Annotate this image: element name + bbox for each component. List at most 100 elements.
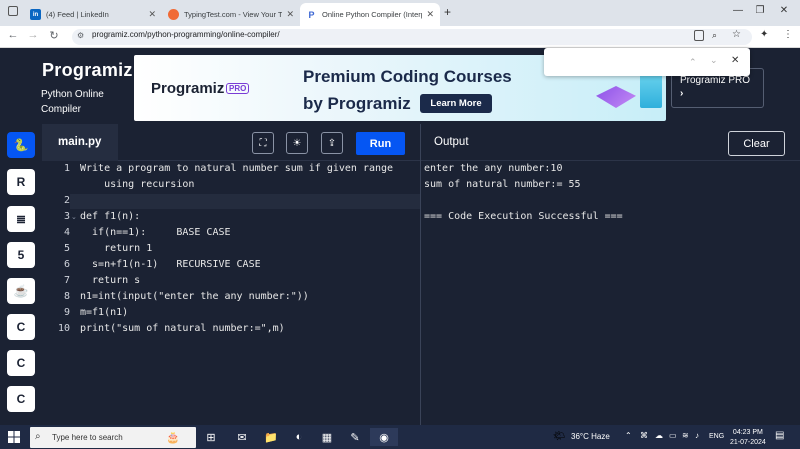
browser-tab-programiz[interactable]: P Online Python Compiler (Interp ✕ xyxy=(300,3,440,26)
code-line[interactable]: Write a program to natural number sum if… xyxy=(80,163,393,174)
r-language-icon[interactable]: R xyxy=(7,169,35,195)
share-icon[interactable]: ⇪ xyxy=(321,132,343,154)
line-number: 6 xyxy=(63,259,70,270)
python-icon[interactable]: 🐍 xyxy=(7,132,35,158)
bookmark-star-icon[interactable]: ☆ xyxy=(732,29,741,40)
browser-tab-linkedin[interactable]: in (4) Feed | LinkedIn ✕ xyxy=(24,3,162,26)
code-line[interactable]: print("sum of natural number:=",m) xyxy=(80,323,285,334)
output-line: enter the any number:10 xyxy=(424,163,563,174)
code-line[interactable]: m=f1(n1) xyxy=(80,307,128,318)
tab-overview-icon[interactable] xyxy=(8,6,18,16)
find-previous-icon[interactable]: ⌃ xyxy=(689,57,697,68)
chevron-right-icon: › xyxy=(680,88,684,99)
chrome-browser-icon[interactable]: ◉ xyxy=(370,428,398,446)
typingtest-icon xyxy=(168,9,179,20)
tray-volume-icon[interactable]: ♪ xyxy=(695,431,699,440)
line-number: 4 xyxy=(63,227,70,238)
ad-logo: Programiz xyxy=(151,80,225,97)
output-label: Output xyxy=(434,136,469,148)
file-explorer-icon[interactable]: 📁 xyxy=(262,428,280,446)
line-number: 9 xyxy=(63,307,70,318)
line-number: 7 xyxy=(63,275,70,286)
code-line[interactable]: using recursion xyxy=(80,179,194,190)
code-line[interactable]: def f1(n): xyxy=(80,211,140,222)
zoom-icon[interactable]: ⌕ xyxy=(712,30,717,41)
output-line: === Code Execution Successful === xyxy=(424,211,623,222)
restore-icon[interactable]: ❐ xyxy=(752,5,768,16)
line-number: 8 xyxy=(63,291,70,302)
site-info-icon[interactable]: ⚙ xyxy=(77,31,84,40)
file-name: main.py xyxy=(58,136,102,148)
weather-text[interactable]: 36°C Haze xyxy=(571,432,610,441)
c-language-icon[interactable]: C xyxy=(7,314,35,340)
learn-more-button[interactable]: Learn More xyxy=(420,94,492,113)
taskbar-clock[interactable]: 04:23 PM 21-07-2024 xyxy=(730,428,766,448)
find-close-icon[interactable]: ✕ xyxy=(731,55,739,66)
store-icon[interactable]: ▦ xyxy=(318,428,336,446)
line-number: 5 xyxy=(63,243,70,254)
java-icon[interactable]: ☕ xyxy=(7,278,35,304)
minimize-icon[interactable]: — xyxy=(730,5,746,16)
browser-tab-typingtest[interactable]: TypingTest.com - View Your Typ ✕ xyxy=(162,3,300,26)
sql-database-icon[interactable]: ≣ xyxy=(7,206,35,232)
run-button[interactable]: Run xyxy=(356,132,405,155)
notification-icon[interactable]: ▤ xyxy=(775,430,784,441)
clock-time: 04:23 PM xyxy=(732,429,763,436)
clock-date: 21-07-2024 xyxy=(730,439,766,446)
code-line[interactable]: return s xyxy=(80,275,140,286)
code-line[interactable]: s=n+f1(n-1) RECURSIVE CASE xyxy=(80,259,261,270)
menu-icon[interactable]: ⋮ xyxy=(783,29,793,40)
fold-arrow-icon[interactable]: ⌄ xyxy=(71,213,77,221)
html5-icon[interactable]: 5 xyxy=(7,242,35,268)
install-app-icon[interactable] xyxy=(694,30,704,41)
forward-icon[interactable]: → xyxy=(26,29,40,41)
windows-start-icon[interactable] xyxy=(8,431,20,443)
clear-button[interactable]: Clear xyxy=(728,131,785,156)
page-subtitle: Python Online Compiler xyxy=(41,89,104,115)
line-number: 10 xyxy=(57,323,70,334)
tray-chevron-icon[interactable]: ⌃ xyxy=(625,431,632,440)
tray-network-icon[interactable]: ⌘ xyxy=(640,431,648,440)
ad-headline: Premium Coding Courses xyxy=(303,67,512,86)
find-bar xyxy=(544,48,750,76)
close-window-icon[interactable]: ✕ xyxy=(776,5,792,16)
language-indicator[interactable]: ENG xyxy=(709,433,724,440)
theme-toggle-icon[interactable]: ☀ xyxy=(286,132,308,154)
output-line: sum of natural number:= 55 xyxy=(424,179,581,190)
find-next-icon[interactable]: ⌄ xyxy=(710,55,718,66)
close-tab-icon[interactable]: ✕ xyxy=(148,9,156,20)
csharp-language-icon[interactable]: C xyxy=(7,386,35,412)
tray-cloud-icon[interactable]: ☁ xyxy=(655,431,663,440)
search-highlight-icon[interactable]: 🎂 xyxy=(164,428,182,446)
line-number: 2 xyxy=(63,195,70,206)
back-icon[interactable]: ← xyxy=(6,29,20,41)
reload-icon[interactable]: ↻ xyxy=(47,29,61,42)
weather-icon[interactable]: 🌤 xyxy=(553,431,566,442)
ad-pro-badge: PRO xyxy=(226,83,250,94)
url-text: programiz.com/python-programming/online-… xyxy=(92,30,280,39)
task-view-icon[interactable]: ⊞ xyxy=(202,428,220,446)
close-tab-icon[interactable]: ✕ xyxy=(286,9,294,20)
search-icon: ⌕ xyxy=(35,431,41,442)
fullscreen-icon[interactable]: ⛶ xyxy=(252,132,274,154)
tray-battery-icon[interactable]: ▭ xyxy=(669,431,677,440)
code-line[interactable]: if(n==1): BASE CASE xyxy=(80,227,230,238)
edge-browser-icon[interactable]: ◐ xyxy=(290,428,308,446)
cpp-language-icon[interactable]: C xyxy=(7,350,35,376)
mail-icon[interactable]: ✉ xyxy=(233,428,251,446)
line-number: 3 xyxy=(63,211,70,222)
notes-app-icon[interactable]: ✎ xyxy=(346,428,364,446)
pane-divider[interactable] xyxy=(420,124,421,425)
code-line[interactable]: n1=int(input("enter the any number:")) xyxy=(80,291,309,302)
tray-wifi-icon[interactable]: ≋ xyxy=(682,431,689,440)
ad-subheadline: by Programiz xyxy=(303,94,411,113)
taskbar-search-placeholder: Type here to search xyxy=(52,433,123,442)
linkedin-icon: in xyxy=(30,9,41,20)
new-tab-button[interactable]: + xyxy=(444,5,451,19)
close-tab-icon[interactable]: ✕ xyxy=(426,9,434,20)
code-line[interactable]: return 1 xyxy=(80,243,152,254)
programiz-icon: P xyxy=(306,9,317,20)
extensions-icon[interactable]: ✦ xyxy=(760,29,768,40)
programiz-logo[interactable]: Programiz xyxy=(42,60,133,81)
current-line-highlight xyxy=(70,194,420,209)
